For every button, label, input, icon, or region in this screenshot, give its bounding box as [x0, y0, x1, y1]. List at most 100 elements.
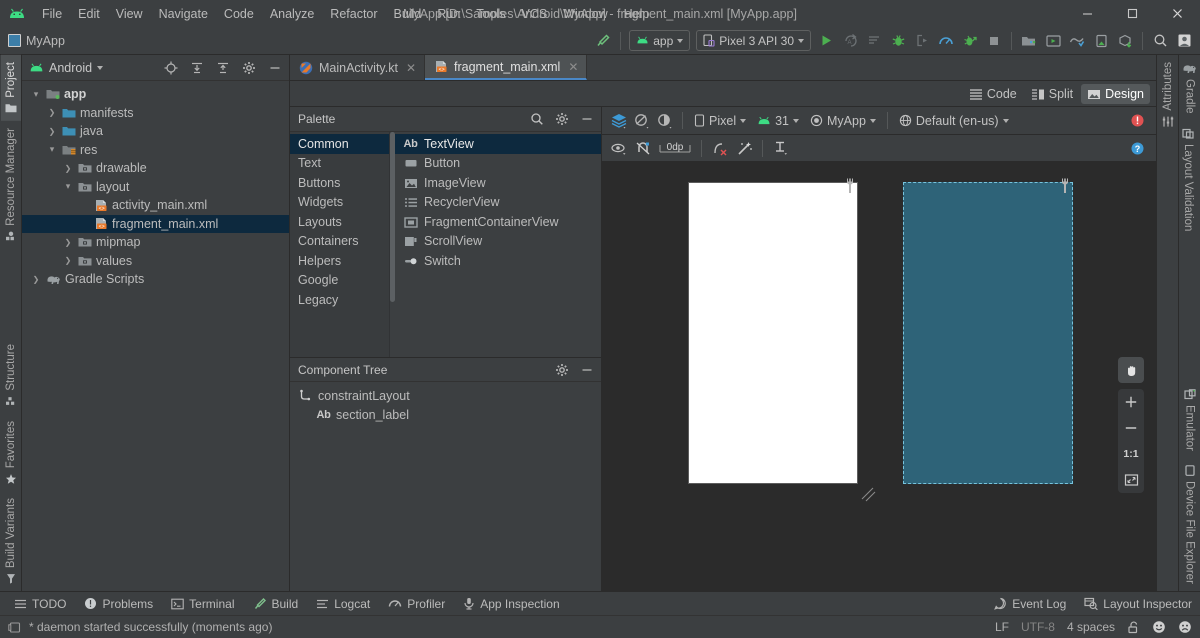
attributes-tab[interactable]: Attributes — [1158, 55, 1178, 135]
avd-manager-icon[interactable] — [1041, 30, 1065, 52]
menu-item-navigate[interactable]: Navigate — [151, 4, 216, 24]
maximize-button[interactable] — [1110, 0, 1155, 27]
menu-item-window[interactable]: Window — [555, 4, 615, 24]
palette-item-switch[interactable]: Switch — [395, 251, 601, 271]
bottom-tab-app-inspection[interactable]: App Inspection — [455, 595, 567, 613]
design-preview-screen[interactable] — [688, 182, 858, 484]
eye-icon[interactable] — [608, 137, 630, 159]
zoom-to-fit-button[interactable] — [1118, 467, 1144, 493]
breadcrumb[interactable]: MyApp — [8, 34, 65, 48]
magic-wand-icon[interactable] — [733, 137, 755, 159]
run-configuration-select[interactable]: app — [629, 30, 691, 51]
bottom-tab-profiler[interactable]: Profiler — [380, 595, 453, 613]
palette-item-button[interactable]: Button — [395, 154, 601, 174]
menu-item-file[interactable]: File — [34, 4, 70, 24]
tool-tab-device-file-explorer[interactable]: Device File Explorer — [1180, 458, 1200, 591]
chevron-right-icon[interactable]: ❯ — [62, 256, 74, 265]
palette-item-fragmentcontainerview[interactable]: FragmentContainerView — [395, 212, 601, 232]
component-tree-node-section_label[interactable]: Ab section_label — [290, 405, 601, 424]
chevron-right-icon[interactable]: ❯ — [46, 108, 58, 117]
layers-stack-icon[interactable] — [608, 110, 630, 132]
chevron-right-icon[interactable]: ❯ — [30, 275, 42, 284]
view-mode-split[interactable]: Split — [1025, 84, 1079, 104]
minus-icon[interactable] — [576, 359, 597, 380]
expand-all-icon[interactable] — [186, 57, 207, 78]
device-inspector-icon[interactable] — [1089, 30, 1113, 52]
tree-row[interactable]: <> activity_main.xml — [22, 196, 289, 215]
unlocked-padlock-icon[interactable] — [1127, 620, 1140, 634]
bottom-tab-logcat[interactable]: Logcat — [308, 595, 378, 613]
bottom-tab-todo[interactable]: TODO — [6, 595, 74, 613]
palette-item-textview[interactable]: Ab TextView — [395, 134, 601, 154]
palette-category-text[interactable]: Text — [290, 154, 389, 174]
profiler-gauge-icon[interactable] — [934, 30, 958, 52]
palette-category-layouts[interactable]: Layouts — [290, 212, 389, 232]
menu-item-tools[interactable]: Tools — [468, 4, 513, 24]
tree-row[interactable]: ▾ app — [22, 85, 289, 104]
close-button[interactable] — [1155, 0, 1200, 27]
encoding-label[interactable]: UTF-8 — [1021, 620, 1055, 634]
close-icon[interactable]: ✕ — [406, 61, 416, 75]
pan-tool-button[interactable] — [1118, 357, 1144, 383]
close-icon[interactable]: ✕ — [568, 60, 578, 74]
collapse-all-icon[interactable] — [212, 57, 233, 78]
editor-tab-fragment_main-xml[interactable]: <> fragment_main.xml ✕ — [425, 55, 588, 80]
clear-constraints-icon[interactable] — [709, 137, 731, 159]
smiley-happy-icon[interactable] — [1152, 620, 1166, 634]
guideline-icon[interactable] — [770, 137, 792, 159]
chevron-right-icon[interactable]: ❯ — [46, 127, 58, 136]
blueprint-preview[interactable] — [903, 178, 1073, 484]
minimize-button[interactable] — [1065, 0, 1110, 27]
attach-debugger-icon[interactable] — [910, 30, 934, 52]
bottom-tab-build[interactable]: Build — [245, 595, 307, 613]
view-mode-code[interactable]: Code — [963, 84, 1023, 104]
palette-item-scrollview[interactable]: ScrollView — [395, 232, 601, 252]
search-icon[interactable] — [1148, 30, 1172, 52]
tree-row[interactable]: <> fragment_main.xml — [22, 214, 289, 233]
menu-item-vcs[interactable]: VCS — [513, 4, 555, 24]
tree-row[interactable]: ▾ layout — [22, 178, 289, 197]
menu-item-build[interactable]: Build — [386, 4, 430, 24]
bottom-tab-event-log[interactable]: Event Log — [986, 595, 1074, 613]
api-level-select[interactable]: 31 — [752, 112, 804, 130]
gear-icon[interactable] — [551, 359, 572, 380]
line-separator-label[interactable]: LF — [995, 620, 1009, 634]
locale-select[interactable]: Default (en-us) — [894, 112, 1014, 130]
palette-categories[interactable]: Common Text Buttons Widgets Layouts Container… — [290, 132, 390, 357]
chevron-down-icon[interactable]: ▾ — [62, 181, 74, 192]
palette-category-buttons[interactable]: Buttons — [290, 173, 389, 193]
palette-item-recyclerview[interactable]: RecyclerView — [395, 193, 601, 213]
editor-tab-MainActivity-kt[interactable]: MainActivity.kt ✕ — [290, 55, 426, 80]
zoom-actual-size-button[interactable]: 1:1 — [1118, 441, 1144, 467]
theme-select[interactable]: MyApp — [805, 112, 881, 130]
wrench-icon[interactable] — [844, 178, 856, 194]
apply-changes-icon[interactable]: A — [838, 30, 862, 52]
run-button[interactable] — [814, 30, 838, 52]
tool-tab-structure[interactable]: Structure — [1, 337, 21, 414]
component-tree-node-constraintLayout[interactable]: constraintLayout — [290, 386, 601, 405]
stop-square-icon[interactable] — [982, 30, 1006, 52]
design-canvas[interactable]: 1:1 — [602, 162, 1156, 591]
tool-tab-project[interactable]: Project — [0, 55, 21, 121]
wrench-icon[interactable] — [1059, 178, 1071, 194]
palette-category-google[interactable]: Google — [290, 271, 389, 291]
device-size-select[interactable]: Pixel — [689, 112, 751, 130]
design-preview[interactable] — [688, 178, 876, 502]
resize-handle[interactable] — [860, 484, 880, 504]
rotate-device-icon[interactable] — [631, 110, 653, 132]
default-margin-button[interactable]: 0dp — [656, 137, 694, 159]
sdk-manager-icon[interactable] — [1017, 30, 1041, 52]
tree-row[interactable]: ❯ java — [22, 122, 289, 141]
view-mode-design[interactable]: Design — [1081, 83, 1150, 104]
zoom-out-button[interactable] — [1118, 415, 1144, 441]
tree-row[interactable]: ▾ res — [22, 141, 289, 160]
error-circle-icon[interactable] — [1126, 110, 1148, 132]
bottom-tab-terminal[interactable]: Terminal — [163, 595, 242, 613]
bottom-tab-layout-inspector[interactable]: Layout Inspector — [1076, 595, 1200, 613]
gradle-sync-icon[interactable] — [1065, 30, 1089, 52]
tool-tab-gradle[interactable]: Gradle — [1178, 55, 1200, 121]
tree-row[interactable]: ❯ mipmap — [22, 233, 289, 252]
palette-category-helpers[interactable]: Helpers — [290, 251, 389, 271]
chevron-right-icon[interactable]: ❯ — [62, 238, 74, 247]
help-circle-icon[interactable]: ? — [1126, 137, 1148, 159]
